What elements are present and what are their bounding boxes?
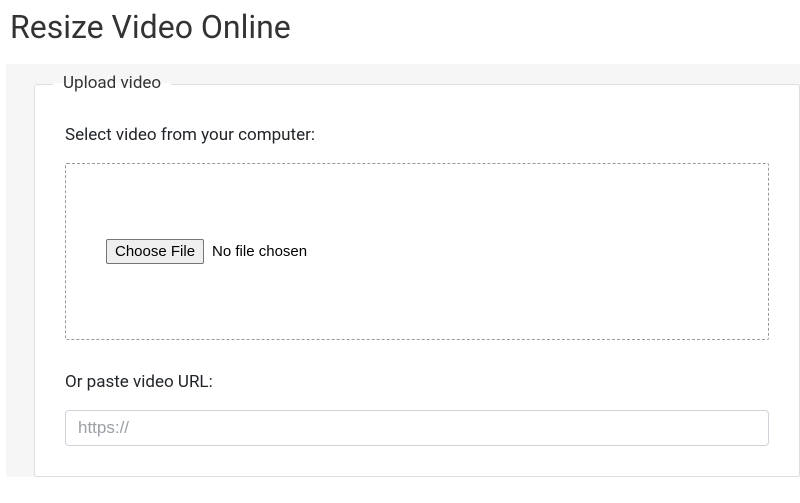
upload-fieldset: Upload video Select video from your comp… [34, 84, 800, 477]
select-video-label: Select video from your computer: [65, 125, 769, 145]
main-panel: Upload video Select video from your comp… [6, 64, 800, 477]
paste-url-label: Or paste video URL: [65, 372, 769, 392]
file-dropzone[interactable]: Choose File No file chosen [65, 163, 769, 340]
page-title: Resize Video Online [0, 0, 800, 64]
file-picker: Choose File No file chosen [106, 239, 728, 264]
file-status-text: No file chosen [212, 243, 307, 260]
upload-legend: Upload video [53, 73, 171, 93]
choose-file-button[interactable]: Choose File [106, 239, 204, 264]
video-url-input[interactable] [65, 410, 769, 446]
